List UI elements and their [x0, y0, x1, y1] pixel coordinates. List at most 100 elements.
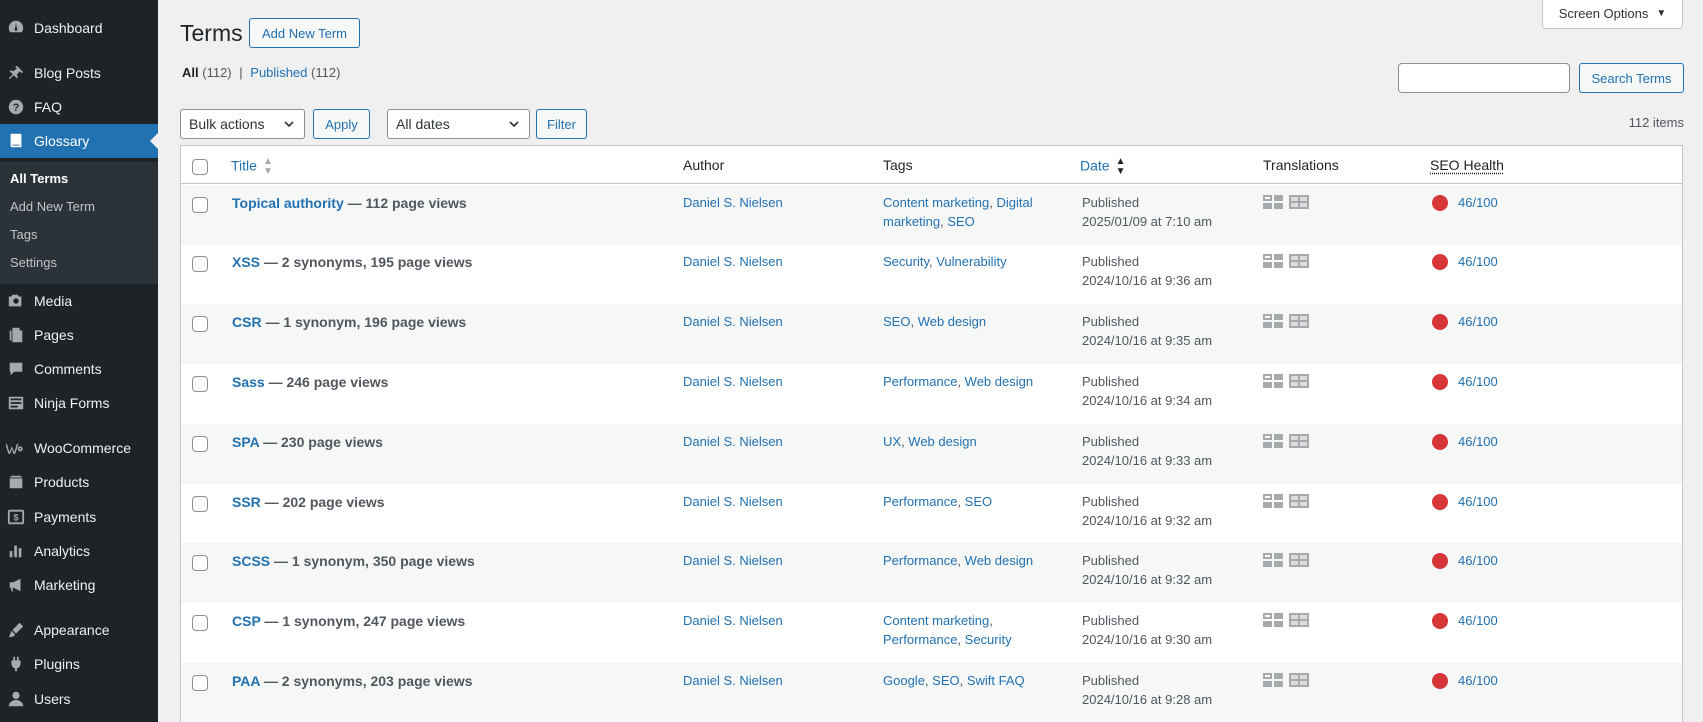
seo-score-link[interactable]: 46/100	[1458, 551, 1498, 570]
submenu-settings[interactable]: Settings	[10, 255, 57, 270]
row-checkbox[interactable]	[192, 615, 208, 631]
add-new-term-button[interactable]: Add New Term	[249, 18, 360, 48]
translation-add-icon[interactable]	[1289, 673, 1309, 687]
menu-ninja-forms[interactable]: Ninja Forms	[0, 386, 158, 420]
seo-score-link[interactable]: 46/100	[1458, 432, 1498, 451]
submenu-tags[interactable]: Tags	[10, 227, 37, 242]
menu-marketing[interactable]: Marketing	[0, 568, 158, 602]
bulk-actions-select[interactable]: Bulk actions	[180, 109, 305, 139]
row-checkbox[interactable]	[192, 675, 208, 691]
column-date-header[interactable]: Date ▲ ▼	[1080, 157, 1125, 177]
row-checkbox[interactable]	[192, 256, 208, 272]
menu-blog-posts[interactable]: Blog Posts	[0, 56, 158, 90]
tag-link[interactable]: UX	[883, 434, 901, 449]
tag-link[interactable]: SEO	[883, 314, 910, 329]
menu-comments[interactable]: Comments	[0, 352, 158, 386]
seo-score-link[interactable]: 46/100	[1458, 312, 1498, 331]
translation-add-icon[interactable]	[1289, 314, 1309, 328]
author-link[interactable]: Daniel S. Nielsen	[683, 193, 783, 212]
author-link[interactable]: Daniel S. Nielsen	[683, 252, 783, 271]
apply-button[interactable]: Apply	[313, 109, 370, 139]
author-link[interactable]: Daniel S. Nielsen	[683, 671, 783, 690]
seo-score-link[interactable]: 46/100	[1458, 252, 1498, 271]
tag-link[interactable]: SEO	[932, 673, 959, 688]
translation-add-icon[interactable]	[1289, 195, 1309, 209]
term-title-link[interactable]: Topical authority	[232, 195, 344, 211]
translation-add-icon[interactable]	[1289, 613, 1309, 627]
term-title-link[interactable]: PAA	[232, 673, 260, 689]
menu-glossary[interactable]: Glossary	[0, 124, 158, 158]
row-checkbox[interactable]	[192, 197, 208, 213]
menu-users[interactable]: Users	[0, 682, 158, 716]
term-title-link[interactable]: CSR	[232, 314, 262, 330]
tag-link[interactable]: Content marketing	[883, 613, 989, 628]
translation-add-icon[interactable]	[1289, 254, 1309, 268]
translation-edit-icon[interactable]	[1263, 254, 1283, 268]
row-checkbox[interactable]	[192, 496, 208, 512]
tag-link[interactable]: SEO	[947, 214, 974, 229]
menu-woocommerce[interactable]: WooCommerce	[0, 431, 158, 465]
tag-link[interactable]: Performance	[883, 374, 957, 389]
tag-link[interactable]: Web design	[908, 434, 976, 449]
term-title-link[interactable]: SCSS	[232, 553, 270, 569]
term-title-link[interactable]: Sass	[232, 374, 265, 390]
row-checkbox[interactable]	[192, 436, 208, 452]
seo-score-link[interactable]: 46/100	[1458, 671, 1498, 690]
translation-add-icon[interactable]	[1289, 494, 1309, 508]
seo-score-link[interactable]: 46/100	[1458, 193, 1498, 212]
select-all-checkbox[interactable]	[192, 159, 208, 175]
dates-select[interactable]: All dates	[387, 109, 530, 139]
menu-pages[interactable]: Pages	[0, 318, 158, 352]
translation-add-icon[interactable]	[1289, 553, 1309, 567]
search-input[interactable]	[1398, 63, 1570, 93]
filter-all-link[interactable]: All	[182, 65, 199, 80]
term-title-link[interactable]: CSP	[232, 613, 261, 629]
term-title-link[interactable]: SSR	[232, 494, 261, 510]
tag-link[interactable]: Performance	[883, 632, 957, 647]
tag-link[interactable]: Performance	[883, 494, 957, 509]
tag-link[interactable]: SEO	[965, 494, 992, 509]
tag-link[interactable]: Web design	[918, 314, 986, 329]
tag-link[interactable]: Web design	[965, 374, 1033, 389]
author-link[interactable]: Daniel S. Nielsen	[683, 551, 783, 570]
search-terms-button[interactable]: Search Terms	[1579, 63, 1684, 93]
column-seo-header[interactable]: SEO Health	[1430, 157, 1504, 173]
tag-link[interactable]: Security	[883, 254, 929, 269]
tag-link[interactable]: Security	[965, 632, 1012, 647]
translation-edit-icon[interactable]	[1263, 553, 1283, 567]
translation-edit-icon[interactable]	[1263, 195, 1283, 209]
row-checkbox[interactable]	[192, 376, 208, 392]
filter-button[interactable]: Filter	[536, 109, 587, 139]
menu-media[interactable]: Media	[0, 284, 158, 318]
menu-products[interactable]: Products	[0, 465, 158, 499]
menu-dashboard[interactable]: Dashboard	[0, 11, 158, 45]
author-link[interactable]: Daniel S. Nielsen	[683, 492, 783, 511]
filter-published-link[interactable]: Published	[250, 65, 307, 80]
tag-link[interactable]: Google	[883, 673, 925, 688]
author-link[interactable]: Daniel S. Nielsen	[683, 372, 783, 391]
author-link[interactable]: Daniel S. Nielsen	[683, 432, 783, 451]
tag-link[interactable]: Swift FAQ	[967, 673, 1025, 688]
tag-link[interactable]: Vulnerability	[936, 254, 1006, 269]
tag-link[interactable]: Web design	[965, 553, 1033, 568]
screen-options-button[interactable]: Screen Options ▼	[1542, 0, 1683, 29]
term-title-link[interactable]: SPA	[232, 434, 259, 450]
translation-edit-icon[interactable]	[1263, 494, 1283, 508]
translation-edit-icon[interactable]	[1263, 314, 1283, 328]
translation-edit-icon[interactable]	[1263, 374, 1283, 388]
tag-link[interactable]: Performance	[883, 553, 957, 568]
menu-appearance[interactable]: Appearance	[0, 613, 158, 647]
author-link[interactable]: Daniel S. Nielsen	[683, 312, 783, 331]
translation-add-icon[interactable]	[1289, 434, 1309, 448]
seo-score-link[interactable]: 46/100	[1458, 372, 1498, 391]
tag-link[interactable]: Content marketing	[883, 195, 989, 210]
translation-edit-icon[interactable]	[1263, 434, 1283, 448]
menu-faq[interactable]: ? FAQ	[0, 90, 158, 124]
row-checkbox[interactable]	[192, 316, 208, 332]
column-title-header[interactable]: Title ▲ ▼	[231, 157, 273, 177]
author-link[interactable]: Daniel S. Nielsen	[683, 611, 783, 630]
translation-edit-icon[interactable]	[1263, 673, 1283, 687]
seo-score-link[interactable]: 46/100	[1458, 611, 1498, 630]
menu-plugins[interactable]: Plugins	[0, 647, 158, 681]
menu-payments[interactable]: $ Payments	[0, 500, 158, 534]
